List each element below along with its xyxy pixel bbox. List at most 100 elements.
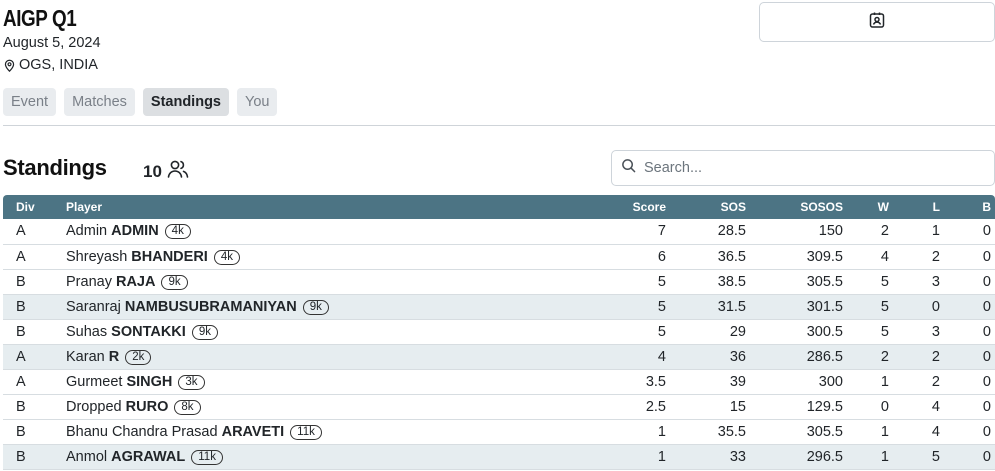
- table-row[interactable]: A Admin ADMIN 4k 7 28.5 150 2 1 0: [3, 219, 995, 244]
- cell-score: 7: [657, 223, 666, 240]
- player-count-value: 10: [143, 161, 162, 181]
- player-last-name: BHANDERI: [131, 248, 208, 265]
- tab-you[interactable]: You: [237, 88, 278, 116]
- cell-div: B: [16, 323, 26, 340]
- player-last-name: ADMIN: [111, 223, 159, 240]
- cell-w: 5: [880, 298, 889, 315]
- cell-sosos: 296.5: [806, 448, 843, 465]
- rank-badge: 9k: [161, 274, 188, 290]
- cell-b: 0: [982, 298, 991, 315]
- cell-l: 2: [931, 248, 940, 265]
- cell-sosos: 305.5: [806, 423, 843, 440]
- cell-w: 5: [880, 273, 889, 290]
- cell-div: B: [16, 398, 26, 415]
- table-row[interactable]: B Bhanu Chandra Prasad ARAVETI 11k 1 35.5…: [3, 419, 995, 444]
- cell-score: 4: [657, 348, 666, 365]
- cell-sos: 35.5: [717, 423, 746, 440]
- player-last-name: AGRAWAL: [111, 448, 186, 465]
- column-header-div[interactable]: Div: [3, 195, 64, 219]
- table-row[interactable]: A Gurmeet SINGH 3k 3.5 39 300 1 2 0: [3, 369, 995, 394]
- player-last-name: NAMBUSUBRAMANIYAN: [124, 298, 297, 315]
- table-row[interactable]: A Shreyash BHANDERI 4k 6 36.5 309.5 4 2 0: [3, 244, 995, 269]
- divider: [3, 125, 995, 126]
- rank-badge: 9k: [302, 299, 329, 315]
- cell-l: 2: [931, 348, 940, 365]
- column-header-w[interactable]: W: [843, 195, 889, 219]
- table-row[interactable]: B Saranraj NAMBUSUBRAMANIYAN 9k 5 31.5 30…: [3, 294, 995, 319]
- table-row[interactable]: B Suhas SONTAKKI 9k 5 29 300.5 5 3 0: [3, 319, 995, 344]
- cell-l: 2: [931, 373, 940, 390]
- cell-sosos: 309.5: [806, 248, 843, 265]
- cell-div: A: [16, 348, 26, 365]
- cell-l: 4: [931, 398, 940, 415]
- cell-sos: 33: [729, 448, 746, 465]
- cell-sosos: 150: [818, 223, 843, 240]
- cell-div: B: [16, 273, 26, 290]
- map-pin-icon: [3, 59, 16, 72]
- cell-player: Gurmeet SINGH 3k: [64, 369, 533, 394]
- rank-badge: 8k: [174, 399, 201, 415]
- cell-b: 0: [982, 348, 991, 365]
- event-tabs: Event Matches Standings You: [3, 88, 278, 116]
- event-title: AIGP Q1: [3, 5, 77, 31]
- cell-div: B: [16, 298, 26, 315]
- cell-l: 4: [931, 423, 940, 440]
- player-first-name: Karan: [66, 348, 105, 365]
- cell-sosos: 301.5: [806, 298, 843, 315]
- cell-l: 5: [931, 448, 940, 465]
- cell-sosos: 129.5: [806, 398, 843, 415]
- cell-score: 5: [657, 298, 666, 315]
- cell-sosos: 286.5: [806, 348, 843, 365]
- cell-b: 0: [982, 398, 991, 415]
- player-first-name: Admin: [66, 223, 108, 240]
- cell-score: 2.5: [645, 398, 666, 415]
- cell-div: A: [16, 248, 26, 265]
- rank-badge: 4k: [164, 224, 191, 240]
- table-row[interactable]: B Dropped RURO 8k 2.5 15 129.5 0 4 0: [3, 394, 995, 419]
- users-icon: [166, 157, 190, 186]
- player-last-name: SONTAKKI: [111, 323, 186, 340]
- player-count: 10: [143, 157, 190, 186]
- standings-table: Div Player Score SOS SOSOS W L B A Admin…: [3, 195, 995, 470]
- cell-b: 0: [982, 248, 991, 265]
- player-first-name: Dropped: [66, 398, 122, 415]
- player-first-name: Gurmeet: [66, 373, 123, 390]
- player-last-name: R: [108, 348, 120, 365]
- player-first-name: Saranraj: [66, 298, 121, 315]
- cell-sos: 36.5: [717, 248, 746, 265]
- cell-player: Saranraj NAMBUSUBRAMANIYAN 9k: [64, 294, 533, 319]
- table-row[interactable]: B Anmol AGRAWAL 11k 1 33 296.5 1 5 0: [3, 444, 995, 469]
- tab-event[interactable]: Event: [3, 88, 57, 116]
- table-row[interactable]: B Pranay RAJA 9k 5 38.5 305.5 5 3 0: [3, 269, 995, 294]
- cell-div: B: [16, 423, 26, 440]
- column-header-score[interactable]: Score: [533, 195, 666, 219]
- column-header-sos[interactable]: SOS: [666, 195, 746, 219]
- cell-w: 5: [880, 323, 889, 340]
- rank-badge: 11k: [290, 424, 322, 440]
- contact-button[interactable]: [759, 2, 995, 42]
- tab-matches[interactable]: Matches: [64, 88, 135, 116]
- player-first-name: Bhanu Chandra Prasad: [66, 423, 218, 440]
- cell-b: 0: [982, 448, 991, 465]
- rank-badge: 11k: [191, 449, 223, 465]
- tab-standings[interactable]: Standings: [142, 88, 229, 116]
- event-location: OGS, INDIA: [3, 57, 98, 73]
- player-first-name: Suhas: [66, 323, 108, 340]
- cell-player: Dropped RURO 8k: [64, 394, 533, 419]
- cell-sos: 29: [729, 323, 746, 340]
- table-row[interactable]: A Karan R 2k 4 36 286.5 2 2 0: [3, 344, 995, 369]
- cell-w: 2: [880, 223, 889, 240]
- search-icon: [621, 158, 636, 178]
- cell-player: Karan R 2k: [64, 344, 533, 369]
- column-header-sosos[interactable]: SOSOS: [746, 195, 843, 219]
- cell-sos: 31.5: [717, 298, 746, 315]
- cell-div: A: [16, 223, 26, 240]
- column-header-l[interactable]: L: [889, 195, 940, 219]
- column-header-player[interactable]: Player: [64, 195, 533, 219]
- player-first-name: Shreyash: [66, 248, 128, 265]
- player-last-name: RAJA: [115, 273, 156, 290]
- cell-l: 0: [931, 298, 940, 315]
- cell-sos: 39: [729, 373, 746, 390]
- column-header-b[interactable]: B: [940, 195, 995, 219]
- search-input[interactable]: [644, 160, 964, 176]
